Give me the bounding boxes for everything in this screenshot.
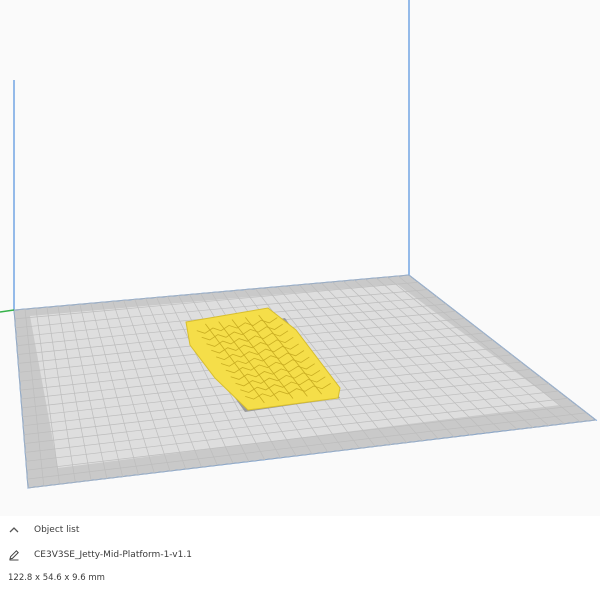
object-name: CE3V3SE_Jetty-Mid-Platform-1-v1.1 xyxy=(34,550,192,560)
build-plate-scene[interactable] xyxy=(0,0,600,520)
object-dimensions-row: 122.8 x 54.6 x 9.6 mm xyxy=(8,573,105,583)
object-list-toggle[interactable]: Object list xyxy=(8,525,79,535)
pencil-icon[interactable] xyxy=(8,549,20,561)
object-name-row[interactable]: CE3V3SE_Jetty-Mid-Platform-1-v1.1 xyxy=(8,549,192,561)
object-list-label: Object list xyxy=(34,525,80,535)
chevron-up-icon xyxy=(9,527,19,533)
y-axis-indicator xyxy=(0,309,15,313)
object-dimensions: 122.8 x 54.6 x 9.6 mm xyxy=(8,573,105,583)
3d-viewport[interactable] xyxy=(0,0,600,520)
object-info-panel: Object list CE3V3SE_Jetty-Mid-Platform-1… xyxy=(0,516,600,589)
